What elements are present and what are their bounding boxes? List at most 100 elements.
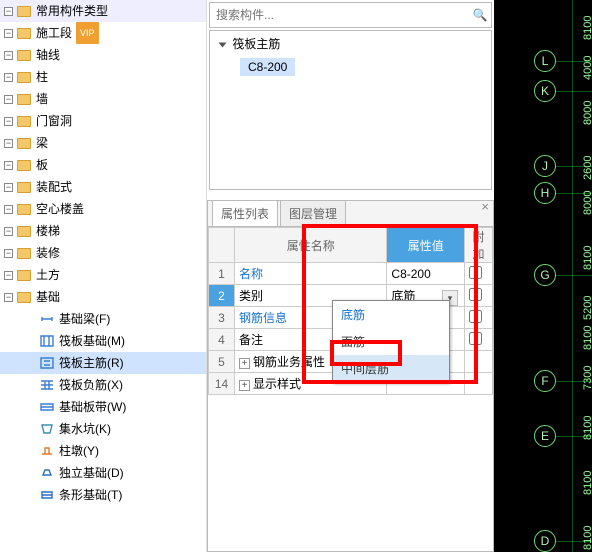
- tab-layer-manage[interactable]: 图层管理: [280, 200, 346, 226]
- axis-bubble[interactable]: E: [534, 425, 556, 447]
- property-value[interactable]: C8-200: [387, 263, 465, 285]
- row-number: 2: [209, 285, 235, 307]
- expand-icon[interactable]: [219, 42, 227, 47]
- tree-folder-label: 装配式: [36, 176, 72, 198]
- dropdown-option[interactable]: 底筋: [333, 301, 449, 328]
- tree-folder[interactable]: −装修: [0, 242, 206, 264]
- collapse-icon[interactable]: −: [4, 227, 13, 236]
- tree-sub-item[interactable]: 基础板带(W): [0, 396, 206, 418]
- dimension-label: 8100: [582, 471, 592, 495]
- property-attach[interactable]: [465, 329, 493, 351]
- component-type-icon: [40, 444, 54, 458]
- axis-bubble[interactable]: K: [534, 80, 556, 102]
- attach-checkbox[interactable]: [469, 288, 482, 301]
- category-dropdown[interactable]: 底筋面筋中间层筋: [332, 300, 450, 383]
- tree-folder[interactable]: −柱: [0, 66, 206, 88]
- tree-folder[interactable]: −基础: [0, 286, 206, 308]
- tree-folder[interactable]: −轴线: [0, 44, 206, 66]
- tree-folder[interactable]: −板: [0, 154, 206, 176]
- property-attach[interactable]: [465, 373, 493, 395]
- dropdown-option[interactable]: 面筋: [333, 328, 449, 355]
- vip-badge: VIP: [76, 22, 99, 44]
- tree-folder[interactable]: − 装配式: [0, 176, 206, 198]
- tree-sub-label: 独立基础(D): [59, 462, 124, 484]
- collapse-icon[interactable]: −: [4, 73, 13, 82]
- folder-icon: [17, 204, 31, 215]
- close-icon[interactable]: ×: [481, 199, 489, 214]
- folder-icon: [17, 226, 31, 237]
- tree-sub-item[interactable]: 条形基础(T): [0, 484, 206, 506]
- axis-bubble[interactable]: J: [534, 155, 556, 177]
- collapse-icon[interactable]: −: [4, 183, 13, 192]
- property-row[interactable]: 1名称C8-200: [209, 263, 493, 285]
- attach-checkbox[interactable]: [469, 332, 482, 345]
- tree-folder-label: 墙: [36, 88, 48, 110]
- tree-sub-item[interactable]: 筏板负筋(X): [0, 374, 206, 396]
- col-rownum: [209, 228, 235, 263]
- collapse-icon[interactable]: −: [4, 293, 13, 302]
- tree-folder-label: 门窗洞: [36, 110, 72, 132]
- search-icon[interactable]: 🔍: [469, 8, 491, 22]
- collapse-icon[interactable]: −: [4, 205, 13, 214]
- tree-sub-item[interactable]: 筏板主筋(R): [0, 352, 206, 374]
- row-number: 3: [209, 307, 235, 329]
- tab-property-list[interactable]: 属性列表: [212, 200, 278, 226]
- property-grid: 属性名称 属性值 附加 1名称C8-2002类别底筋▾3钢筋信息4备注5+钢筋业…: [208, 227, 493, 551]
- tree-folder-label: 土方: [36, 264, 60, 286]
- tree-sub-item[interactable]: 柱墩(Y): [0, 440, 206, 462]
- collapse-icon[interactable]: −: [4, 29, 13, 38]
- property-attach[interactable]: [465, 351, 493, 373]
- collapse-icon[interactable]: −: [4, 95, 13, 104]
- component-item[interactable]: C8-200: [240, 58, 295, 76]
- tree-sub-item[interactable]: 基础梁(F): [0, 308, 206, 330]
- tree-sub-label: 筏板基础(M): [59, 330, 125, 352]
- dimension-label: 8100: [582, 526, 592, 550]
- component-type-icon: [40, 356, 54, 370]
- folder-icon: [17, 160, 31, 171]
- tree-folder[interactable]: − 楼梯: [0, 220, 206, 242]
- axis-bubble[interactable]: H: [534, 182, 556, 204]
- component-type-icon: [40, 400, 54, 414]
- component-search[interactable]: 🔍: [209, 2, 492, 28]
- tree-sub-item[interactable]: 独立基础(D): [0, 462, 206, 484]
- axis-bubble[interactable]: D: [534, 530, 556, 552]
- dropdown-option[interactable]: 中间层筋: [333, 355, 449, 382]
- tree-folder[interactable]: −梁: [0, 132, 206, 154]
- attach-checkbox[interactable]: [469, 266, 482, 279]
- tree-folder-label: 板: [36, 154, 48, 176]
- search-input[interactable]: [210, 8, 469, 22]
- collapse-icon[interactable]: −: [4, 271, 13, 280]
- tree-folder[interactable]: −空心楼盖: [0, 198, 206, 220]
- expand-icon[interactable]: +: [239, 358, 250, 369]
- tree-sub-item[interactable]: 筏板基础(M): [0, 330, 206, 352]
- collapse-icon[interactable]: −: [4, 139, 13, 148]
- tree-folder-label: 楼梯: [36, 220, 60, 242]
- collapse-icon[interactable]: −: [4, 51, 13, 60]
- axis-bubble[interactable]: G: [534, 264, 556, 286]
- tree-folder[interactable]: −常用构件类型: [0, 0, 206, 22]
- tree-folder[interactable]: −施工段VIP: [0, 22, 206, 44]
- tree-sub-label: 筏板主筋(R): [59, 352, 124, 374]
- dimension-label: 8100: [582, 416, 592, 440]
- property-attach[interactable]: [465, 307, 493, 329]
- collapse-icon[interactable]: −: [4, 249, 13, 258]
- property-attach[interactable]: [465, 263, 493, 285]
- collapse-icon[interactable]: −: [4, 117, 13, 126]
- tree-folder[interactable]: −墙: [0, 88, 206, 110]
- axis-bubble[interactable]: L: [534, 50, 556, 72]
- expand-icon[interactable]: +: [239, 380, 250, 391]
- tree-folder[interactable]: − 土方: [0, 264, 206, 286]
- component-type-icon: [40, 466, 54, 480]
- collapse-icon[interactable]: −: [4, 161, 13, 170]
- tree-folder[interactable]: − 门窗洞: [0, 110, 206, 132]
- tree-sub-item[interactable]: 集水坑(K): [0, 418, 206, 440]
- component-type-icon: [40, 378, 54, 392]
- property-attach[interactable]: [465, 285, 493, 307]
- dimension-label: 8000: [582, 191, 592, 215]
- component-root[interactable]: 筏板主筋: [210, 31, 491, 54]
- axis-bubble[interactable]: F: [534, 370, 556, 392]
- folder-icon: [17, 270, 31, 281]
- collapse-icon[interactable]: −: [4, 7, 13, 16]
- attach-checkbox[interactable]: [469, 310, 482, 323]
- cad-canvas[interactable]: LKJHGFED81004000800026008000810052008100…: [494, 0, 592, 552]
